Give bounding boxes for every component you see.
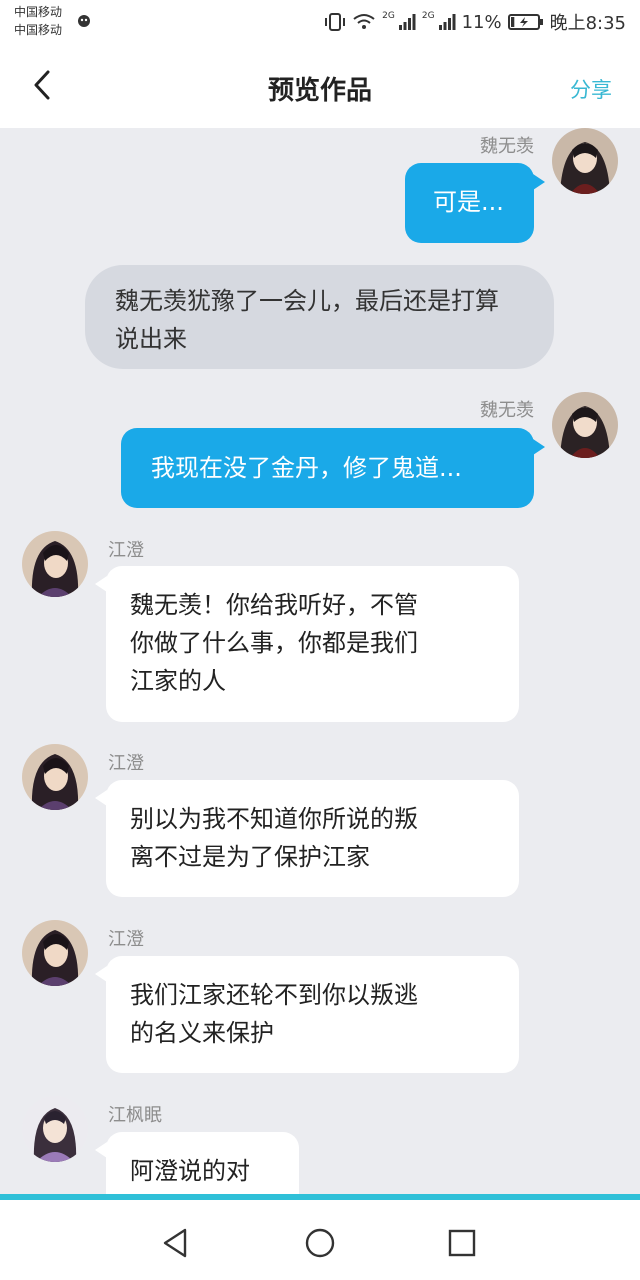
message-text-line: 的名义来保护 [130,1019,274,1047]
message-text-line: 离不过是为了保护江家 [130,843,370,871]
narration-line-2: 说出来 [115,325,187,353]
narration-bubble[interactable]: 魏无羡犹豫了一会儿，最后还是打算 说出来 [85,265,554,369]
sender-name: 江澄 [108,753,144,774]
status-bar: 中国移动 中国移动 2G 2G 11% 晚上8:35 [0,0,640,44]
app-header: 预览作品 分享 [0,44,640,128]
narration-line-1: 魏无羡犹豫了一会儿，最后还是打算 [115,287,499,315]
message-bubble[interactable]: 魏无羡！你给我听好，不管 你做了什么事，你都是我们 江家的人 [106,566,519,722]
message-text-line: 我们江家还轮不到你以叛逃 [130,981,418,1009]
message-bubble[interactable]: 别以为我不知道你所说的叛 离不过是为了保护江家 [106,780,519,897]
chat-area[interactable]: 魏无羡 可是... 魏无羡犹豫了一会儿，最后还是打算 说出来 魏无羡 我现在没了… [0,128,640,1200]
carrier-label-1: 中国移动 [14,5,63,19]
progress-line [0,1194,640,1200]
wifi-icon [353,14,375,29]
sender-name: 魏无羡 [480,400,534,421]
message-text-line: 阿澄说的对 [130,1157,250,1185]
message-text: 可是... [433,188,504,216]
battery-charging-icon [507,14,543,30]
message-bubble[interactable]: 我现在没了金丹，修了鬼道... [121,428,534,508]
bubble-tail [533,439,545,455]
avatar[interactable] [552,392,618,458]
message-text-line: 你做了什么事，你都是我们 [130,629,418,657]
message-text-line: 别以为我不知道你所说的叛 [130,805,418,833]
signal-icon-1 [398,14,416,30]
avatar[interactable] [22,920,88,986]
page-title: 预览作品 [267,76,372,106]
message-text: 我现在没了金丹，修了鬼道... [151,454,462,482]
sender-name: 魏无羡 [480,136,534,157]
sender-name: 江澄 [108,540,144,561]
message-bubble[interactable]: 我们江家还轮不到你以叛逃 的名义来保护 [106,956,519,1073]
sender-name: 江澄 [108,929,144,950]
carrier-label-2: 中国移动 [14,23,63,37]
nav-home-icon[interactable] [303,1226,337,1260]
system-nav-bar [0,1206,640,1280]
notification-icon [78,15,90,27]
sender-name: 江枫眠 [108,1105,162,1126]
nav-back-icon[interactable] [159,1226,193,1260]
avatar[interactable] [22,1096,88,1162]
vibrate-icon [325,13,346,31]
avatar[interactable] [22,744,88,810]
nav-recent-icon[interactable] [445,1226,479,1260]
network-type-2: 2G [421,11,435,21]
battery-percent: 11% [461,11,502,33]
message-text-line: 江家的人 [130,667,226,695]
avatar[interactable] [22,531,88,597]
status-indicators: 2G 2G 11% 晚上8:35 [324,8,626,36]
signal-icon-2 [438,14,456,30]
status-time: 晚上8:35 [549,13,626,34]
bubble-tail [533,174,545,190]
avatar[interactable] [552,128,618,194]
message-text-line: 魏无羡！你给我听好，不管 [130,591,418,619]
message-bubble[interactable]: 阿澄说的对 [106,1132,299,1200]
network-type-1: 2G [382,11,395,21]
share-button[interactable]: 分享 [570,74,612,104]
message-bubble[interactable]: 可是... [405,163,534,243]
